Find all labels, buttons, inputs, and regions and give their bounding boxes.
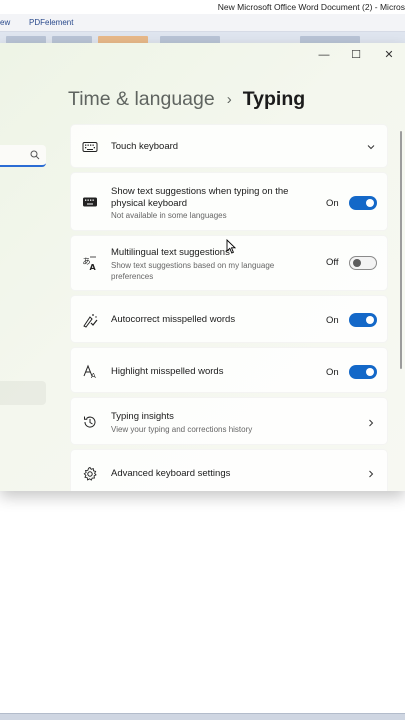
setting-title: Multilingual text suggestions <box>111 247 230 258</box>
toggle-state-label: On <box>326 367 339 378</box>
chevron-right-icon[interactable] <box>366 418 376 428</box>
autocorrect-toggle[interactable] <box>349 313 377 327</box>
word-window-title: New Microsoft Office Word Document (2) -… <box>217 2 405 12</box>
minimize-button[interactable]: — <box>315 47 333 63</box>
setting-subtitle-line-1: Show text suggestions based on my langua… <box>111 261 275 270</box>
taskbar-strip <box>0 713 405 720</box>
text-suggestions-toggle[interactable] <box>349 196 377 210</box>
setting-autocorrect[interactable]: Autocorrect misspelled words On <box>70 295 388 343</box>
breadcrumb-separator: › <box>226 90 232 108</box>
toggle-knob <box>366 316 374 324</box>
gear-icon <box>83 466 97 481</box>
toggle-knob <box>353 259 361 267</box>
chevron-down-icon[interactable] <box>366 142 376 152</box>
setting-subtitle-line-2: preferences <box>111 272 154 281</box>
setting-title: Touch keyboard <box>111 141 179 152</box>
svg-text:A: A <box>90 263 97 271</box>
chevron-right-icon[interactable] <box>366 469 376 479</box>
setting-highlight-misspelled[interactable]: A Highlight misspelled words On <box>70 347 388 393</box>
highlight-icon: A <box>83 364 96 379</box>
setting-touch-keyboard[interactable]: Touch keyboard <box>70 124 388 168</box>
setting-subtitle: Not available in some languages <box>111 211 227 220</box>
toggle-state-label: Off <box>326 257 339 268</box>
search-icon <box>30 150 40 160</box>
toggle-state-label: On <box>326 315 339 326</box>
keyboard-icon <box>83 197 97 207</box>
setting-subtitle: View your typing and corrections history <box>111 425 253 434</box>
settings-search-box[interactable] <box>0 145 46 167</box>
breadcrumb: Time & language › Typing <box>68 85 305 113</box>
screen: New Microsoft Office Word Document (2) -… <box>0 0 405 720</box>
maximize-button[interactable]: ☐ <box>347 47 365 63</box>
toggle-knob <box>366 368 374 376</box>
breadcrumb-parent[interactable]: Time & language <box>68 88 215 111</box>
setting-text-suggestions[interactable]: Show text suggestions when typing on the… <box>70 172 388 231</box>
multilingual-suggestions-toggle[interactable] <box>349 256 377 270</box>
setting-title-line-1: Show text suggestions when typing on the <box>111 186 289 197</box>
keyboard-icon <box>82 142 98 152</box>
nav-item-selected[interactable] <box>0 381 46 405</box>
word-menu-pdfelement[interactable]: PDFelement <box>29 18 73 27</box>
multilingual-icon: あ A <box>83 256 97 271</box>
page-title: Typing <box>242 87 306 110</box>
scrollbar[interactable] <box>400 131 402 369</box>
highlight-misspelled-toggle[interactable] <box>349 365 377 379</box>
setting-title: Autocorrect misspelled words <box>111 314 236 325</box>
setting-advanced-keyboard[interactable]: Advanced keyboard settings <box>70 449 388 491</box>
settings-window: — ☐ ✕ Time & language › Typing Touch key… <box>0 43 405 491</box>
setting-title: Highlight misspelled words <box>111 366 224 377</box>
setting-title: Typing insights <box>111 411 174 422</box>
setting-typing-insights[interactable]: Typing insights View your typing and cor… <box>70 397 388 445</box>
mouse-pointer-icon <box>226 239 236 254</box>
toggle-state-label: On <box>326 198 339 209</box>
word-menu-bar: ew PDFelement <box>0 14 405 32</box>
close-button[interactable]: ✕ <box>380 47 398 63</box>
autocorrect-icon <box>83 314 98 328</box>
toggle-knob <box>366 199 374 207</box>
svg-text:A: A <box>91 372 96 379</box>
word-menu-view[interactable]: ew <box>0 18 10 27</box>
history-icon <box>84 416 96 428</box>
setting-title-line-2: physical keyboard <box>111 198 188 209</box>
word-title-bar: New Microsoft Office Word Document (2) -… <box>0 0 405 14</box>
setting-title: Advanced keyboard settings <box>111 468 231 479</box>
